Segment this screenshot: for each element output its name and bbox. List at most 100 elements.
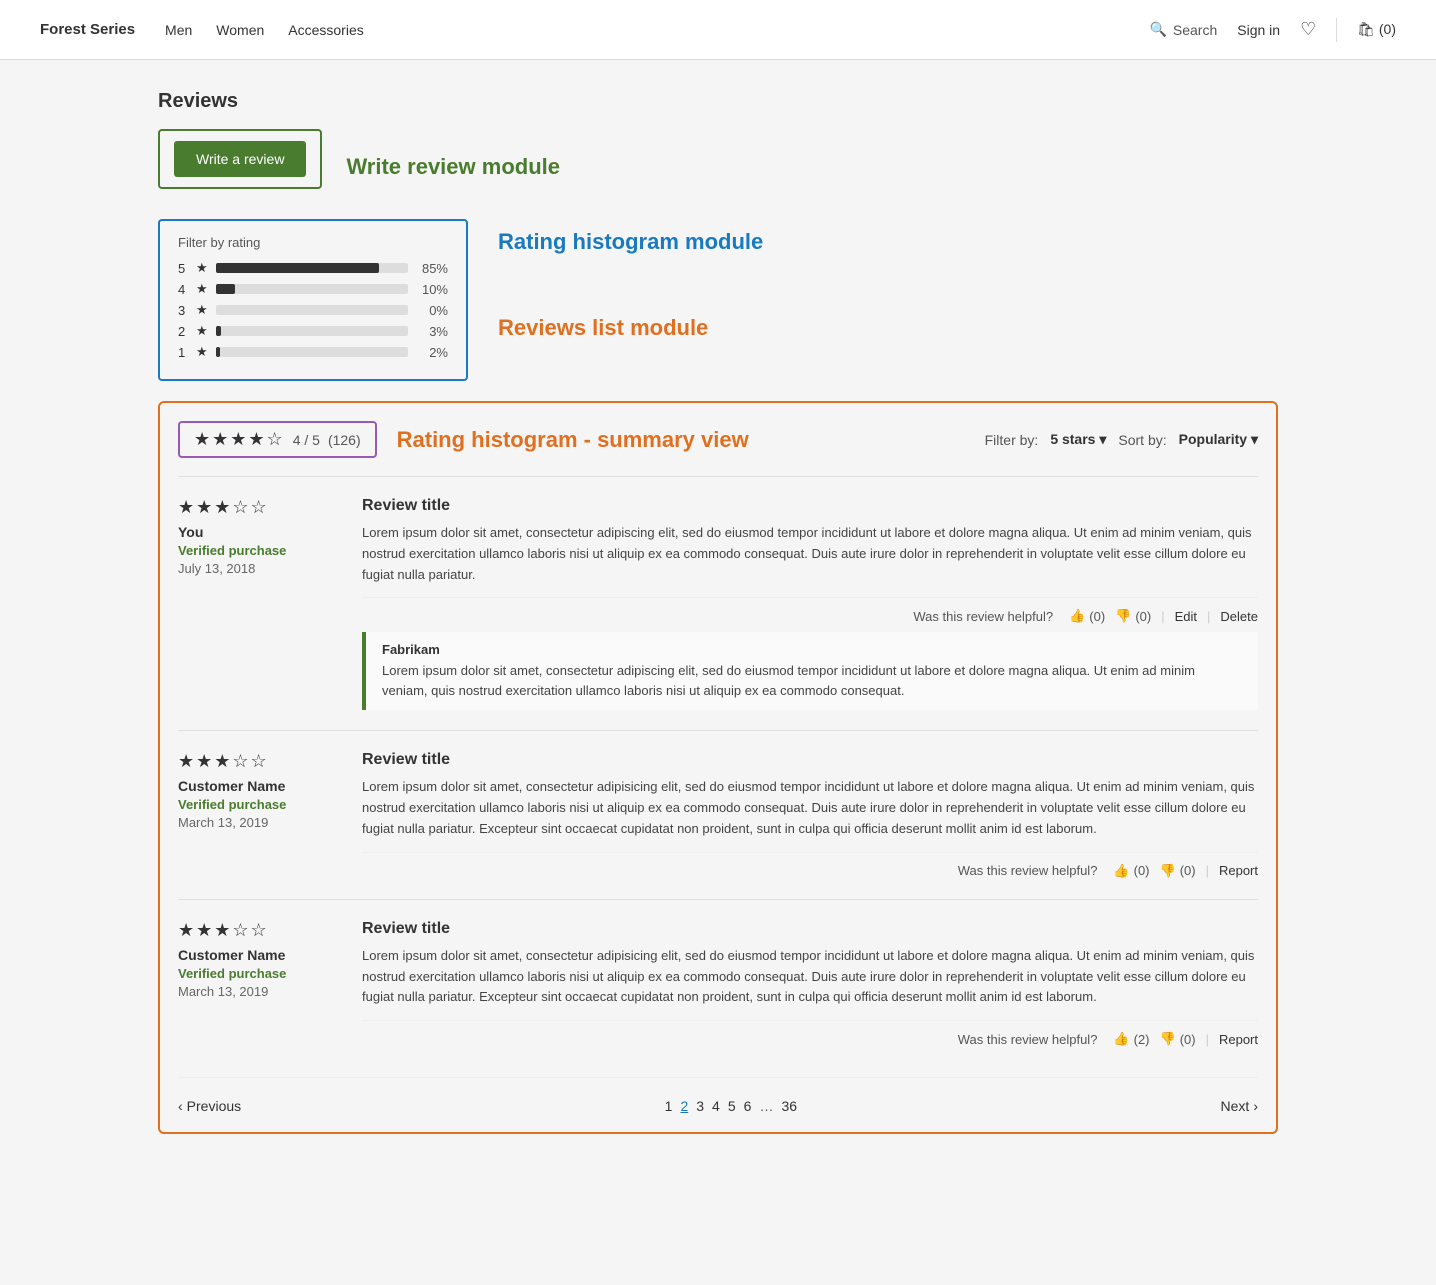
hist-pct-4: 10% <box>416 282 448 297</box>
thumbs-down-btn-2[interactable]: 👎 (0) <box>1160 1031 1196 1047</box>
next-button[interactable]: Next › <box>1221 1098 1258 1114</box>
helpful-label-0: Was this review helpful? <box>913 609 1053 624</box>
nav-link-women[interactable]: Women <box>216 22 264 38</box>
hist-bar-fill-2 <box>216 326 222 336</box>
signin-button[interactable]: Sign in <box>1237 22 1280 38</box>
filter-sort-row: Filter by: 5 stars ▾ Sort by: Popularity… <box>985 431 1258 448</box>
filter-by-select[interactable]: 5 stars ▾ <box>1050 431 1106 448</box>
review-right-0: Review title Lorem ipsum dolor sit amet,… <box>362 497 1258 710</box>
nav-link-men[interactable]: Men <box>165 22 192 38</box>
histogram-module-label: Rating histogram module <box>498 229 763 255</box>
hist-star-3: ★ <box>196 302 208 318</box>
response-body-0: Lorem ipsum dolor sit amet, consectetur … <box>382 661 1242 700</box>
reviews-heading: Reviews <box>158 90 1278 113</box>
cart-button[interactable]: 🛍 (0) <box>1357 21 1396 38</box>
filter-by-label: Filter by: <box>985 432 1039 448</box>
review-title-2: Review title <box>362 920 1258 938</box>
histogram-row-3: 3 ★ 0% <box>178 302 448 318</box>
histogram-module: Filter by rating 5 ★ 85% 4 ★ <box>158 219 468 381</box>
next-label: Next <box>1221 1098 1250 1114</box>
nav-divider <box>1336 18 1337 42</box>
hist-pct-1: 2% <box>416 345 448 360</box>
report-link-2[interactable]: Report <box>1219 1032 1258 1047</box>
write-review-button[interactable]: Write a review <box>174 141 306 177</box>
review-author-2: Customer Name <box>178 947 338 963</box>
write-review-row: Write a review Write review module <box>158 129 1278 205</box>
hist-bar-bg-5[interactable] <box>216 263 408 273</box>
helpful-row-0: Was this review helpful? 👍 (0) 👎 (0) | E… <box>362 597 1258 624</box>
histogram-row-2: 2 ★ 3% <box>178 323 448 339</box>
page-3[interactable]: 3 <box>696 1098 704 1114</box>
hist-bar-fill-1 <box>216 347 220 357</box>
pagination-pages: 1 2 3 4 5 6 … 36 <box>665 1098 797 1114</box>
page-4[interactable]: 4 <box>712 1098 720 1114</box>
summary-count: (126) <box>328 432 361 448</box>
report-link-1[interactable]: Report <box>1219 863 1258 878</box>
review-card: ★★★☆☆ Customer Name Verified purchase Ma… <box>178 730 1258 898</box>
review-layout: ★★★☆☆ Customer Name Verified purchase Ma… <box>178 920 1258 1047</box>
page-1[interactable]: 1 <box>665 1098 673 1114</box>
thumbs-up-btn-0[interactable]: 👍 (0) <box>1069 608 1105 624</box>
review-body-2: Lorem ipsum dolor sit amet, consectetur … <box>362 946 1258 1008</box>
hist-bar-bg-4[interactable] <box>216 284 408 294</box>
hist-bar-bg-1[interactable] <box>216 347 408 357</box>
page-36[interactable]: 36 <box>781 1098 797 1114</box>
thumbs-up-btn-2[interactable]: 👍 (2) <box>1113 1031 1149 1047</box>
previous-button[interactable]: ‹ Previous <box>178 1098 241 1114</box>
response-box-0: Fabrikam Lorem ipsum dolor sit amet, con… <box>362 632 1258 710</box>
pagination: ‹ Previous 1 2 3 4 5 6 … 36 Next › <box>178 1077 1258 1114</box>
helpful-label-1: Was this review helpful? <box>958 863 1098 878</box>
wishlist-icon[interactable]: ♡ <box>1300 19 1316 40</box>
hist-num-3: 3 <box>178 303 188 318</box>
brand-logo[interactable]: Forest Series <box>40 21 135 38</box>
review-layout: ★★★☆☆ You Verified purchase July 13, 201… <box>178 497 1258 710</box>
review-author-1: Customer Name <box>178 778 338 794</box>
hist-pct-2: 3% <box>416 324 448 339</box>
review-left: ★★★☆☆ Customer Name Verified purchase Ma… <box>178 920 338 1047</box>
thumbs-up-btn-1[interactable]: 👍 (0) <box>1113 863 1149 879</box>
hist-star-4: ★ <box>196 281 208 297</box>
write-review-module-label: Write review module <box>346 154 560 180</box>
summary-row: ★★★★☆ 4 / 5 (126) Rating histogram - sum… <box>178 421 1258 458</box>
page-6[interactable]: 6 <box>744 1098 752 1114</box>
review-verified-1: Verified purchase <box>178 797 338 812</box>
sort-by-select[interactable]: Popularity ▾ <box>1179 431 1258 448</box>
hist-num-2: 2 <box>178 324 188 339</box>
edit-link-0[interactable]: Edit <box>1175 609 1197 624</box>
page-5[interactable]: 5 <box>728 1098 736 1114</box>
hist-bar-bg-2[interactable] <box>216 326 408 336</box>
nav-link-accessories[interactable]: Accessories <box>288 22 363 38</box>
delete-link-0[interactable]: Delete <box>1220 609 1258 624</box>
review-stars-0: ★★★☆☆ <box>178 497 338 518</box>
review-title-1: Review title <box>362 751 1258 769</box>
summary-score: 4 / 5 <box>293 432 320 448</box>
review-body-0: Lorem ipsum dolor sit amet, consectetur … <box>362 523 1258 585</box>
hist-bar-fill-5 <box>216 263 379 273</box>
review-date-1: March 13, 2019 <box>178 815 338 830</box>
previous-label: Previous <box>187 1098 241 1114</box>
hist-star-1: ★ <box>196 344 208 360</box>
thumbs-down-btn-1[interactable]: 👎 (0) <box>1160 863 1196 879</box>
histogram-bars: 5 ★ 85% 4 ★ 10% <box>178 260 448 360</box>
page-2[interactable]: 2 <box>680 1098 688 1114</box>
helpful-row-2: Was this review helpful? 👍 (2) 👎 (0) | R… <box>362 1020 1258 1047</box>
review-layout: ★★★☆☆ Customer Name Verified purchase Ma… <box>178 751 1258 878</box>
review-stars-2: ★★★☆☆ <box>178 920 338 941</box>
nav-right: 🔍 Search Sign in ♡ 🛍 (0) <box>1149 18 1396 42</box>
hist-bar-bg-3[interactable] <box>216 305 408 315</box>
reviews-list-module-label: Reviews list module <box>498 315 763 341</box>
page-content: Reviews Write a review Write review modu… <box>138 60 1298 1164</box>
review-card: ★★★☆☆ You Verified purchase July 13, 201… <box>178 476 1258 730</box>
search-button[interactable]: 🔍 Search <box>1149 21 1217 38</box>
review-date-2: March 13, 2019 <box>178 984 338 999</box>
thumbs-down-btn-0[interactable]: 👎 (0) <box>1115 608 1151 624</box>
search-icon: 🔍 <box>1149 21 1166 38</box>
review-right-2: Review title Lorem ipsum dolor sit amet,… <box>362 920 1258 1047</box>
review-title-0: Review title <box>362 497 1258 515</box>
page-ellipsis: … <box>759 1098 773 1114</box>
reviews-list-module: ★★★★☆ 4 / 5 (126) Rating histogram - sum… <box>158 401 1278 1134</box>
review-left: ★★★☆☆ You Verified purchase July 13, 201… <box>178 497 338 710</box>
review-verified-0: Verified purchase <box>178 543 338 558</box>
search-label: Search <box>1173 22 1217 38</box>
chevron-left-icon: ‹ <box>178 1098 183 1114</box>
